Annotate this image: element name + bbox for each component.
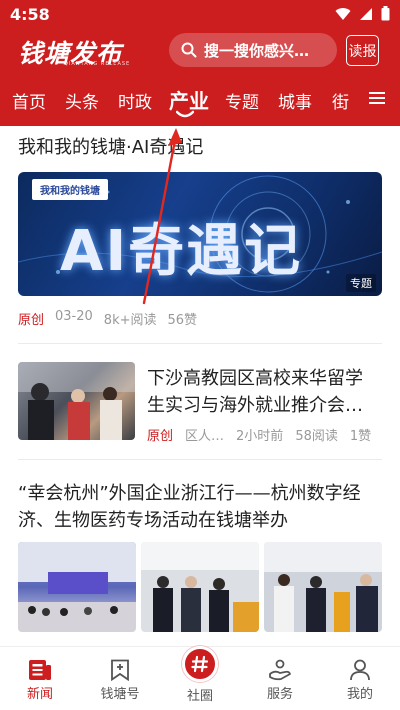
article-title-line-1[interactable]: 下沙高教园区高校来华留学 — [147, 364, 363, 393]
app-header: 4:58 钱塘发布 QIANTANG RELEASE 搜一搜你感兴… 读报 首页… — [0, 0, 400, 126]
read-count: 8k+阅读 — [103, 313, 157, 328]
search-bar[interactable]: 搜一搜你感兴… — [169, 33, 337, 67]
like-count: 1赞 — [349, 429, 372, 444]
article-image-3[interactable] — [264, 542, 382, 632]
nav-news-label: 新闻 — [26, 687, 53, 702]
thumbnail-photo — [18, 362, 135, 440]
publish-time: 2小时前 — [236, 429, 284, 444]
bookmark-plus-icon — [111, 659, 129, 681]
tab-home[interactable]: 首页 — [12, 88, 46, 113]
nav-profile-label: 我的 — [346, 687, 373, 702]
publish-date: 03-20 — [55, 309, 93, 324]
user-icon — [350, 659, 370, 681]
lab-visit-photo — [141, 542, 259, 632]
status-bar: 4:58 — [0, 0, 400, 30]
nav-news[interactable]: 新闻 — [0, 647, 80, 710]
tab-headlines[interactable]: 头条 — [65, 88, 99, 113]
tab-city[interactable]: 城事 — [278, 88, 312, 113]
article-meta: 原创 区人… 2小时前 58阅读 1赞 — [147, 425, 371, 444]
hashtag-icon — [191, 655, 209, 673]
article-thumbnail[interactable] — [18, 362, 135, 440]
exhibition-hall-photo — [18, 542, 136, 632]
author-name: 区人… — [185, 429, 225, 444]
nav-qiantang-account-label: 钱塘号 — [100, 687, 140, 702]
tab-streets[interactable]: 街 — [332, 88, 349, 113]
banner-tag: 我和我的钱塘 — [32, 179, 108, 200]
wifi-icon — [335, 7, 351, 20]
tab-politics[interactable]: 时政 — [118, 88, 152, 113]
logo-subtext: QIANTANG RELEASE — [64, 61, 131, 67]
service-hand-icon — [269, 659, 291, 681]
nav-profile[interactable]: 我的 — [320, 647, 400, 710]
signal-icon — [360, 7, 372, 20]
divider — [18, 459, 382, 460]
status-time: 4:58 — [10, 5, 50, 24]
divider — [18, 343, 382, 344]
nav-qiantang-account[interactable]: 钱塘号 — [80, 647, 160, 710]
search-placeholder: 搜一搜你感兴… — [204, 41, 310, 60]
read-count: 58阅读 — [295, 429, 338, 444]
active-tab-indicator — [176, 110, 194, 118]
menu-icon[interactable] — [369, 89, 385, 107]
topic-badge: 专题 — [346, 274, 376, 292]
battery-icon — [381, 6, 390, 21]
article-title-line-2[interactable]: 生实习与海外就业推介会… — [147, 391, 363, 420]
article-title-line-2[interactable]: 济、生物医药专场活动在钱塘举办 — [18, 506, 288, 535]
community-center-button[interactable] — [182, 646, 218, 682]
nav-community-label: 社圈 — [186, 689, 213, 704]
article-meta: 原创 03-20 8k+阅读 56赞 — [18, 309, 197, 328]
source-label: 原创 — [18, 313, 45, 328]
news-icon — [29, 660, 51, 680]
nav-services-label: 服务 — [266, 687, 293, 702]
article-banner-image[interactable]: 我和我的钱塘 AI奇遇记 专题 — [18, 172, 382, 296]
app-logo: 钱塘发布 QIANTANG RELEASE — [18, 34, 136, 70]
status-icons — [335, 6, 390, 21]
article-image-1[interactable] — [18, 542, 136, 632]
search-icon — [181, 42, 197, 58]
like-count: 56赞 — [167, 313, 198, 328]
article-title[interactable]: 我和我的钱塘·AI奇遇记 — [18, 133, 203, 162]
article-image-2[interactable] — [141, 542, 259, 632]
source-label: 原创 — [147, 429, 174, 444]
tab-topics[interactable]: 专题 — [225, 88, 259, 113]
read-paper-button[interactable]: 读报 — [346, 35, 379, 66]
nav-services[interactable]: 服务 — [240, 647, 320, 710]
banner-title: AI奇遇记 — [60, 219, 303, 284]
robot-demo-photo — [264, 542, 382, 632]
article-title-line-1[interactable]: “幸会杭州”外国企业浙江行——杭州数字经 — [18, 479, 361, 508]
